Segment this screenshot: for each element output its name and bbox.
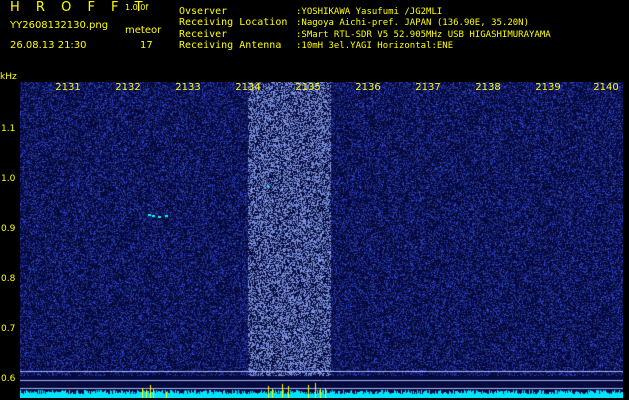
observer-label: Ovserver xyxy=(179,6,228,17)
y-tick-0-6: 0.6 xyxy=(1,374,16,384)
x-tick-2140: 2140 xyxy=(593,82,619,93)
x-tick-2136: 2136 xyxy=(355,82,381,93)
y-tick-0-9: 0.9 xyxy=(1,224,16,234)
x-tick-2133: 2133 xyxy=(175,82,201,93)
app-version: 1.0.0f xyxy=(125,3,149,12)
x-tick-2137: 2137 xyxy=(415,82,441,93)
antenna-label: Receiving Antenna xyxy=(179,40,282,51)
antenna-value: :10mH 3el.YAGI Horizontal:ENE xyxy=(296,41,454,51)
receiver-value: :SMart RTL-SDR V5 52.905MHz USB HIGASHIM… xyxy=(296,30,551,40)
y-tick-1-1: 1.1 xyxy=(1,124,16,134)
x-tick-2132: 2132 xyxy=(115,82,141,93)
spectrogram-canvas xyxy=(20,82,623,398)
hroft-window: H R O F F T 1.0.0f YY2608132130.png mete… xyxy=(0,0,629,400)
file-name: YY2608132130.png xyxy=(10,20,109,31)
x-tick-2134: 2134 xyxy=(235,82,261,93)
x-tick-2139: 2139 xyxy=(535,82,561,93)
location-value: :Nagoya Aichi-pref. JAPAN (136.90E, 35.2… xyxy=(296,18,529,28)
receiver-label: Receiver xyxy=(179,29,228,40)
y-axis-unit: kHz xyxy=(0,72,17,82)
x-tick-2138: 2138 xyxy=(475,82,501,93)
location-label: Receiving Location xyxy=(179,17,288,28)
spectrogram-panel xyxy=(20,82,623,398)
y-tick-1-0: 1.0 xyxy=(1,174,16,184)
x-tick-2135: 2135 xyxy=(295,82,321,93)
y-tick-0-8: 0.8 xyxy=(1,274,16,284)
y-tick-0-7: 0.7 xyxy=(1,324,16,334)
meteor-count: 17 xyxy=(140,40,153,51)
meteor-label: meteor xyxy=(125,25,162,36)
observer-value: :YOSHIKAWA Yasufumi /JG2MLI xyxy=(296,7,443,17)
timestamp: 26.08.13 21:30 xyxy=(10,40,87,51)
x-tick-2131: 2131 xyxy=(55,82,81,93)
